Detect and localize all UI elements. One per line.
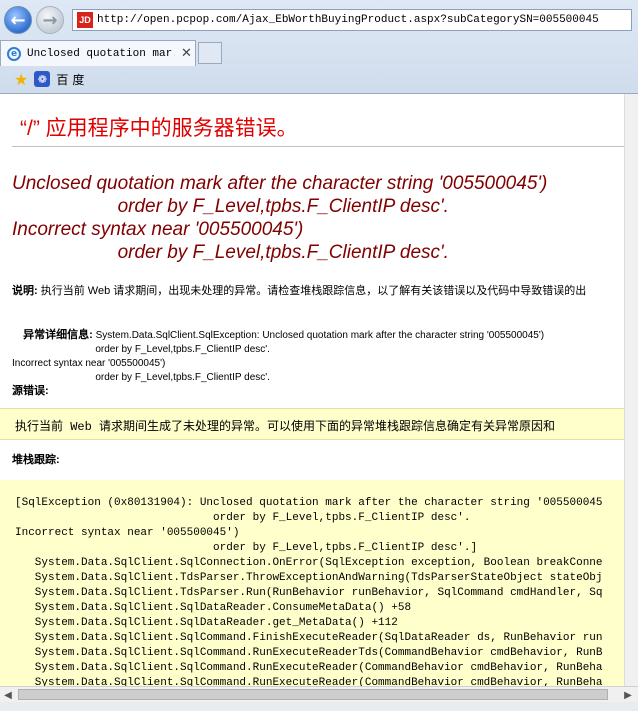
ie-page-icon: e [7, 46, 21, 61]
source-error-label: 源错误: [12, 385, 49, 397]
scroll-left-icon[interactable]: ◀ [2, 689, 14, 701]
forward-button[interactable]: → [36, 6, 64, 34]
error-message: Unclosed quotation mark after the charac… [12, 173, 548, 263]
tab-close-icon[interactable]: ✕ [181, 46, 192, 61]
new-tab-button[interactable] [198, 42, 222, 64]
source-error-box: 执行当前 Web 请求期间生成了未处理的异常。可以使用下面的异常堆栈跟踪信息确定… [0, 408, 624, 440]
stack-trace-label: 堆栈跟踪: [12, 454, 60, 466]
horizontal-scroll-thumb[interactable] [18, 689, 608, 700]
address-bar[interactable]: JD http://open.pcpop.com/Ajax_EbWorthBuy… [72, 9, 632, 31]
page-title: “/” 应用程序中的服务器错误。 [20, 117, 298, 140]
favorite-link-baidu[interactable]: 百度 [56, 71, 88, 88]
horizontal-scrollbar[interactable]: ◀ ▶ [0, 686, 638, 702]
status-bar [0, 702, 638, 711]
back-button[interactable]: ← [4, 6, 32, 34]
description-text: 执行当前 Web 请求期间，出现未处理的异常。请检查堆栈跟踪信息，以了解有关该错… [37, 285, 587, 297]
exception-details-label: 异常详细信息: [23, 329, 93, 341]
description-label: 说明: [12, 285, 38, 297]
baidu-paw-icon[interactable]: ❁ [34, 71, 51, 87]
back-arrow-icon: ← [10, 9, 26, 31]
vertical-scrollbar[interactable] [624, 94, 638, 686]
source-error-text: 执行当前 Web 请求期间生成了未处理的异常。可以使用下面的异常堆栈跟踪信息确定… [15, 420, 556, 434]
site-favicon-icon: JD [77, 12, 93, 28]
tab-strip: e Unclosed quotation mar... ✕ [0, 40, 638, 66]
stack-trace-box: [SqlException (0x80131904): Unclosed quo… [0, 480, 624, 686]
url-text[interactable]: http://open.pcpop.com/Ajax_EbWorthBuying… [97, 14, 599, 26]
description-line: 说明: 执行当前 Web 请求期间，出现未处理的异常。请检查堆栈跟踪信息，以了解… [12, 282, 586, 298]
tab-title: Unclosed quotation mar... [27, 47, 175, 60]
favorites-bar: ★ ❁ 百度 [0, 66, 638, 92]
stack-trace-text: [SqlException (0x80131904): Unclosed quo… [15, 497, 603, 686]
heading-divider [12, 146, 624, 147]
browser-chrome: ← → JD http://open.pcpop.com/Ajax_EbWort… [0, 0, 638, 94]
page-content: “/” 应用程序中的服务器错误。 Unclosed quotation mark… [0, 94, 624, 686]
scroll-right-icon[interactable]: ▶ [622, 689, 634, 701]
forward-arrow-icon: → [42, 9, 58, 31]
favorites-star-icon[interactable]: ★ [14, 70, 28, 89]
tab-active[interactable]: e Unclosed quotation mar... ✕ [0, 40, 196, 66]
exception-details: 异常详细信息: System.Data.SqlClient.SqlExcepti… [12, 314, 544, 399]
